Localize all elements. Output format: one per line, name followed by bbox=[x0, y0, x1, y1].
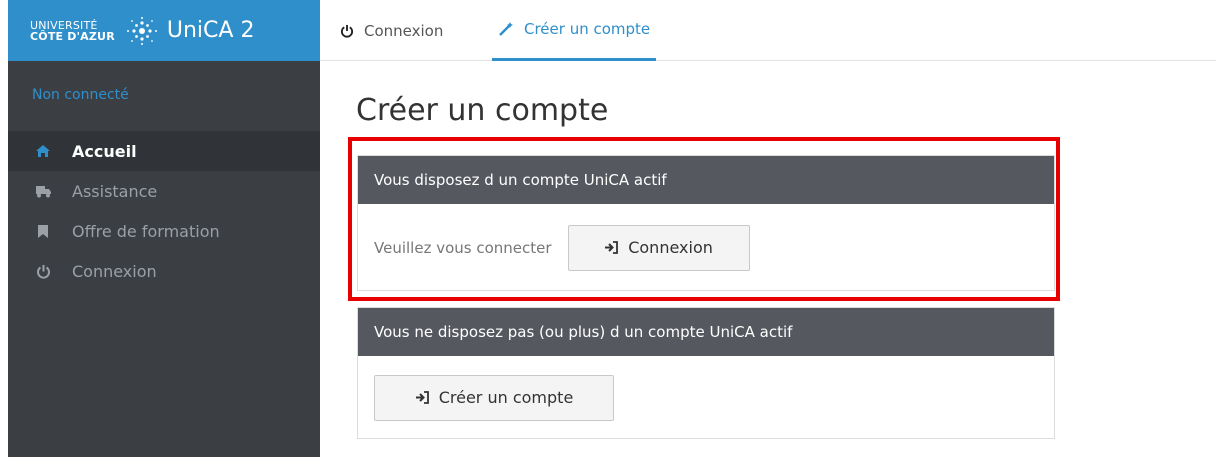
university-wordmark: UNIVERSITÉ CÔTE D'AZUR bbox=[30, 20, 115, 42]
login-status: Non connecté bbox=[32, 87, 129, 103]
app-name: UniCA 2 bbox=[166, 18, 255, 43]
power-icon bbox=[340, 24, 354, 38]
university-star-logo-icon bbox=[126, 16, 157, 45]
tab-label: Connexion bbox=[364, 21, 444, 40]
card-body: Créer un compte bbox=[358, 356, 1054, 439]
create-account-button[interactable]: Créer un compte bbox=[374, 374, 614, 421]
brand-line-2: CÔTE D'AZUR bbox=[30, 29, 115, 43]
app-frame: UNIVERSITÉ CÔTE D'AZUR UniCA 2 Non conne… bbox=[0, 0, 1216, 457]
sidebar: UNIVERSITÉ CÔTE D'AZUR UniCA 2 Non conne… bbox=[8, 0, 320, 457]
top-tabs: Connexion Créer un compte bbox=[320, 0, 1216, 61]
highlight-box bbox=[348, 137, 1060, 301]
sidebar-item-connexion[interactable]: Connexion bbox=[8, 251, 320, 291]
sidebar-item-assistance[interactable]: Assistance bbox=[8, 171, 320, 211]
tab-creer-un-compte[interactable]: Créer un compte bbox=[492, 0, 657, 61]
sidebar-item-label: Accueil bbox=[72, 141, 137, 161]
home-icon bbox=[34, 142, 52, 160]
card-header: Vous ne disposez pas (ou plus) d un comp… bbox=[358, 308, 1054, 356]
inactive-account-card: Vous ne disposez pas (ou plus) d un comp… bbox=[357, 307, 1055, 439]
bookmark-icon bbox=[34, 222, 52, 240]
sidebar-item-label: Connexion bbox=[72, 261, 157, 281]
sidebar-item-accueil[interactable]: Accueil bbox=[8, 131, 320, 171]
sidebar-item-label: Offre de formation bbox=[72, 221, 220, 241]
truck-icon bbox=[34, 182, 52, 200]
magic-wand-icon bbox=[498, 21, 514, 37]
sidebar-item-label: Assistance bbox=[72, 181, 158, 201]
brand-bar[interactable]: UNIVERSITÉ CÔTE D'AZUR UniCA 2 bbox=[8, 0, 320, 61]
page-title: Créer un compte bbox=[356, 93, 609, 128]
sign-in-icon bbox=[415, 391, 429, 404]
button-label: Créer un compte bbox=[438, 388, 574, 407]
tab-connexion[interactable]: Connexion bbox=[340, 0, 443, 61]
tab-label: Créer un compte bbox=[524, 20, 651, 38]
power-icon bbox=[34, 262, 52, 280]
sidebar-item-offre-de-formation[interactable]: Offre de formation bbox=[8, 211, 320, 251]
